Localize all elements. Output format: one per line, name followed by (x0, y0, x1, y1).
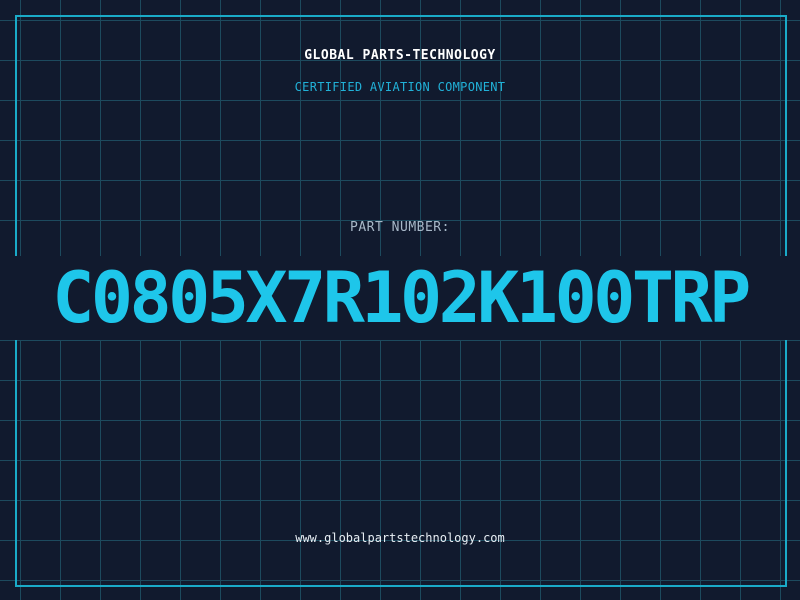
part-number-band: C0805X7R102K100TRP (0, 256, 800, 340)
part-number-value: C0805X7R102K100TRP (52, 257, 751, 339)
part-number-label: PART NUMBER: (350, 220, 450, 235)
website-url: www.globalpartstechnology.com (295, 531, 505, 545)
company-tagline: CERTIFIED AVIATION COMPONENT (294, 80, 506, 94)
company-name: GLOBAL PARTS-TECHNOLOGY (304, 48, 496, 63)
